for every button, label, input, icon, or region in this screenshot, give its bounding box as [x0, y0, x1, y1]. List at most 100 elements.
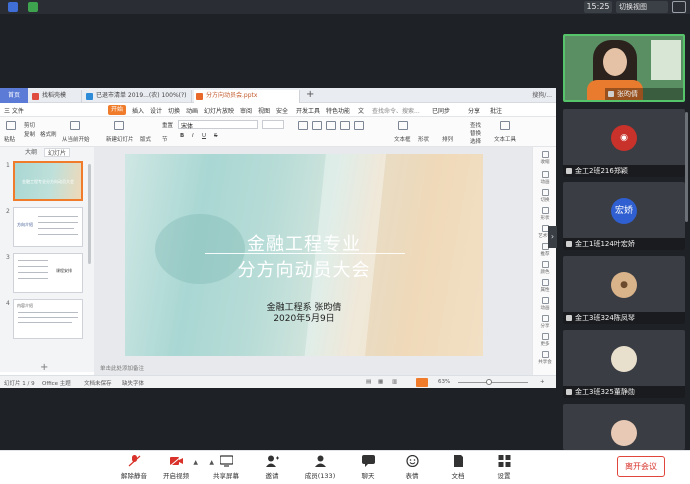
- text-tools-icon[interactable]: [500, 121, 510, 130]
- rail-shape[interactable]: 形状: [535, 207, 555, 221]
- align-center-icon[interactable]: [312, 121, 322, 130]
- textbox-icon[interactable]: [398, 121, 408, 130]
- slide-thumbnail-1[interactable]: 金融工程专业分方向动员大会: [13, 161, 83, 201]
- zoom-level[interactable]: 63%: [438, 379, 450, 385]
- slide-thumbnail-4[interactable]: 内容介绍: [13, 299, 83, 339]
- start-video-button[interactable]: 开启视频 ▲: [154, 455, 198, 480]
- account-info[interactable]: 搜狗/...: [532, 90, 552, 99]
- strikethrough-button[interactable]: S: [214, 133, 218, 139]
- zoom-slider-handle[interactable]: [486, 379, 492, 385]
- reset-button[interactable]: 重置: [162, 121, 173, 129]
- layout-button[interactable]: 版式: [140, 135, 151, 143]
- rail-properties[interactable]: 属性: [535, 279, 555, 293]
- paste-button[interactable]: 粘贴: [4, 135, 15, 143]
- switch-view-button[interactable]: 切换视图: [616, 1, 668, 13]
- copy-button[interactable]: 复制: [24, 130, 35, 138]
- new-tab-button[interactable]: +: [306, 89, 314, 100]
- menu-home[interactable]: 开始: [108, 105, 127, 115]
- text-tools-button[interactable]: 文本工具: [494, 135, 516, 143]
- slides-view-tab[interactable]: 幻灯片: [44, 148, 71, 157]
- align-left-icon[interactable]: [298, 121, 308, 130]
- outline-view-tab[interactable]: 大纲: [22, 148, 40, 157]
- textbox-button[interactable]: 文本框: [394, 135, 411, 143]
- menu-security[interactable]: 安全: [276, 106, 288, 115]
- fullscreen-icon[interactable]: [672, 1, 686, 13]
- normal-view-icon[interactable]: ▤: [366, 379, 371, 385]
- participant-tile[interactable]: [563, 404, 685, 450]
- bullets-icon[interactable]: [340, 121, 350, 130]
- chat-button[interactable]: 聊天: [346, 455, 390, 480]
- menu-file[interactable]: 三 文件: [4, 106, 24, 115]
- unmute-button[interactable]: 解除静音: [112, 455, 156, 480]
- play-from-current-button[interactable]: 从当前开始: [62, 135, 90, 143]
- participant-tile-speaker[interactable]: 张昀倩: [563, 34, 685, 102]
- italic-button[interactable]: I: [192, 133, 194, 139]
- tab-presentation[interactable]: 分方向动员会.pptx: [194, 90, 300, 103]
- settings-button[interactable]: 设置: [482, 455, 526, 480]
- tab-home[interactable]: 首页: [0, 88, 28, 103]
- participant-tile[interactable]: 金工3班325董静勋: [563, 330, 685, 398]
- document-button[interactable]: 文档: [436, 455, 480, 480]
- rail-collapse[interactable]: 收缩: [535, 151, 555, 165]
- format-painter-button[interactable]: 格式刷: [40, 130, 57, 138]
- rail-animation[interactable]: 动画: [535, 171, 555, 185]
- play-from-current-icon[interactable]: [70, 121, 80, 130]
- current-slide[interactable]: 金融工程专业 分方向动员大会 金融工程系 张昀倩 2020年5月9日: [125, 154, 483, 356]
- menu-insert[interactable]: 插入: [132, 106, 144, 115]
- new-slide-icon[interactable]: [114, 121, 124, 130]
- select-button[interactable]: 选择: [470, 137, 481, 145]
- menu-more[interactable]: 文: [358, 106, 364, 115]
- menu-review[interactable]: 审阅: [240, 106, 252, 115]
- menu-features[interactable]: 特色功能: [326, 106, 350, 115]
- theme-name[interactable]: Office 主题: [42, 379, 71, 387]
- command-search[interactable]: 查找命令、搜索...: [372, 106, 420, 115]
- section-button[interactable]: 节: [162, 135, 168, 143]
- font-name-select[interactable]: 宋体: [178, 120, 258, 130]
- rail-shared-meeting[interactable]: 共享会: [535, 351, 555, 365]
- tab-spreadsheet[interactable]: 已退市清单 2019...(农) 100%(?): [84, 90, 192, 103]
- menu-animation[interactable]: 动画: [186, 106, 198, 115]
- arrange-button[interactable]: 排列: [442, 135, 453, 143]
- leave-meeting-button[interactable]: 离开会议: [617, 456, 665, 477]
- share-button[interactable]: 分享: [468, 106, 480, 115]
- menu-view[interactable]: 视图: [258, 106, 270, 115]
- line-spacing-icon[interactable]: [354, 121, 364, 130]
- new-slide-button[interactable]: 新建幻灯片: [106, 135, 134, 143]
- rail-transition[interactable]: 切换: [535, 189, 555, 203]
- chevron-up-icon[interactable]: ▲: [209, 459, 214, 466]
- participant-tile[interactable]: ● 金工3班324陈凤琴: [563, 256, 685, 324]
- invite-button[interactable]: 邀请: [250, 455, 294, 480]
- share-screen-button[interactable]: 共享屏幕 ▲: [204, 455, 248, 480]
- slideshow-play-button[interactable]: [416, 378, 428, 387]
- font-size-select[interactable]: [262, 120, 284, 129]
- bold-button[interactable]: B: [180, 133, 184, 139]
- find-button[interactable]: 查找: [470, 121, 481, 129]
- slide-thumbnail-3[interactable]: 课程安排: [13, 253, 83, 293]
- shape-button[interactable]: 形状: [418, 135, 429, 143]
- rail-animation-2[interactable]: 动画: [535, 297, 555, 311]
- add-slide-button[interactable]: +: [40, 362, 48, 373]
- rail-share[interactable]: 分享: [535, 315, 555, 329]
- collapse-panel-handle[interactable]: ›: [548, 226, 557, 248]
- signal-icon[interactable]: [28, 2, 38, 12]
- members-button[interactable]: 成员(133): [298, 455, 342, 480]
- tab-docer[interactable]: 找稻壳模: [30, 90, 82, 103]
- fit-window-icon[interactable]: +: [540, 379, 545, 385]
- align-right-icon[interactable]: [326, 121, 336, 130]
- rail-more[interactable]: 更多: [535, 333, 555, 347]
- shield-icon[interactable]: [8, 2, 18, 12]
- menu-slideshow[interactable]: 幻灯片放映: [204, 106, 234, 115]
- comment-button[interactable]: 批注: [490, 106, 502, 115]
- rail-color[interactable]: 颜色: [535, 261, 555, 275]
- replace-button[interactable]: 替换: [470, 129, 481, 137]
- missing-font[interactable]: 缺失字体: [122, 379, 144, 387]
- cut-button[interactable]: 剪切: [24, 121, 35, 129]
- participant-scrollbar[interactable]: [685, 112, 688, 222]
- reading-view-icon[interactable]: ▥: [392, 379, 397, 385]
- underline-button[interactable]: U: [202, 133, 206, 139]
- slide-thumbnail-2[interactable]: 方向介绍: [13, 207, 83, 247]
- chevron-up-icon[interactable]: ▲: [193, 459, 198, 466]
- sorter-view-icon[interactable]: ▦: [378, 379, 383, 385]
- menu-transition[interactable]: 切换: [168, 106, 180, 115]
- backup-status[interactable]: 文档未保存: [84, 379, 112, 387]
